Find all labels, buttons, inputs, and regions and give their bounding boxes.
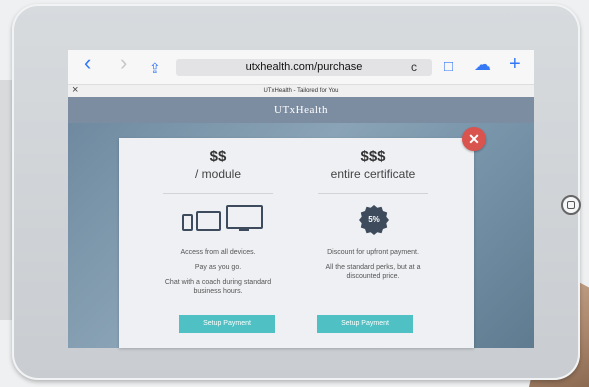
plan-price: $$$ xyxy=(360,148,386,165)
add-tab-icon[interactable]: + xyxy=(509,54,521,74)
plan-feature: Pay as you go. xyxy=(194,264,242,271)
plan-certificate: $$$ entire certificate 5% Discount for u… xyxy=(298,138,448,281)
discount-badge-icon: 5% xyxy=(359,205,389,235)
plan-module: $$ / module Access from all devices. Pay… xyxy=(143,138,293,296)
site-title: UTxHealth xyxy=(274,104,328,116)
plan-feature: Access from all devices. xyxy=(180,249,256,256)
divider xyxy=(163,193,273,194)
close-tab-icon[interactable]: × xyxy=(72,84,78,97)
plan-unit: / module xyxy=(194,167,242,181)
monitor-stand xyxy=(239,229,249,231)
cloud-icon[interactable]: ☁ xyxy=(474,55,491,75)
plan-feature: Chat with a coach during standard busine… xyxy=(164,279,272,295)
site-header: UTxHealth xyxy=(68,97,534,123)
discount-badge-area: 5% xyxy=(298,202,448,242)
reader-icon[interactable]: □ xyxy=(444,57,453,77)
devices-icon xyxy=(143,202,293,242)
phone-icon xyxy=(182,214,193,231)
tab-bar: UTxHealth - Tailored for You × xyxy=(68,84,534,98)
setup-payment-module-button[interactable]: Setup Payment xyxy=(179,315,275,333)
back-icon[interactable]: ‹ xyxy=(84,52,91,74)
plan-unit: entire certificate xyxy=(330,167,416,181)
setup-payment-certificate-button[interactable]: Setup Payment xyxy=(317,315,413,333)
forward-icon[interactable]: › xyxy=(120,52,127,74)
url-text: utxhealth.com/purchase xyxy=(245,61,363,73)
plan-price: $$ xyxy=(209,148,227,165)
reload-icon[interactable]: c xyxy=(411,59,417,76)
browser-toolbar: ‹ › ⇪ utxhealth.com/purchase c □ ☁ + xyxy=(68,50,534,84)
divider xyxy=(318,193,428,194)
plan-feature: Discount for upfront payment. xyxy=(327,249,419,256)
close-modal-icon[interactable]: ✕ xyxy=(462,127,486,151)
home-button[interactable] xyxy=(561,195,581,215)
pricing-modal: $$ / module Access from all devices. Pay… xyxy=(119,138,474,348)
plan-feature: All the standard perks, but at a discoun… xyxy=(325,264,421,280)
url-bar[interactable]: utxhealth.com/purchase xyxy=(176,59,432,76)
tablet-icon xyxy=(196,211,221,231)
monitor-icon xyxy=(226,205,263,229)
share-icon[interactable]: ⇪ xyxy=(149,58,161,78)
